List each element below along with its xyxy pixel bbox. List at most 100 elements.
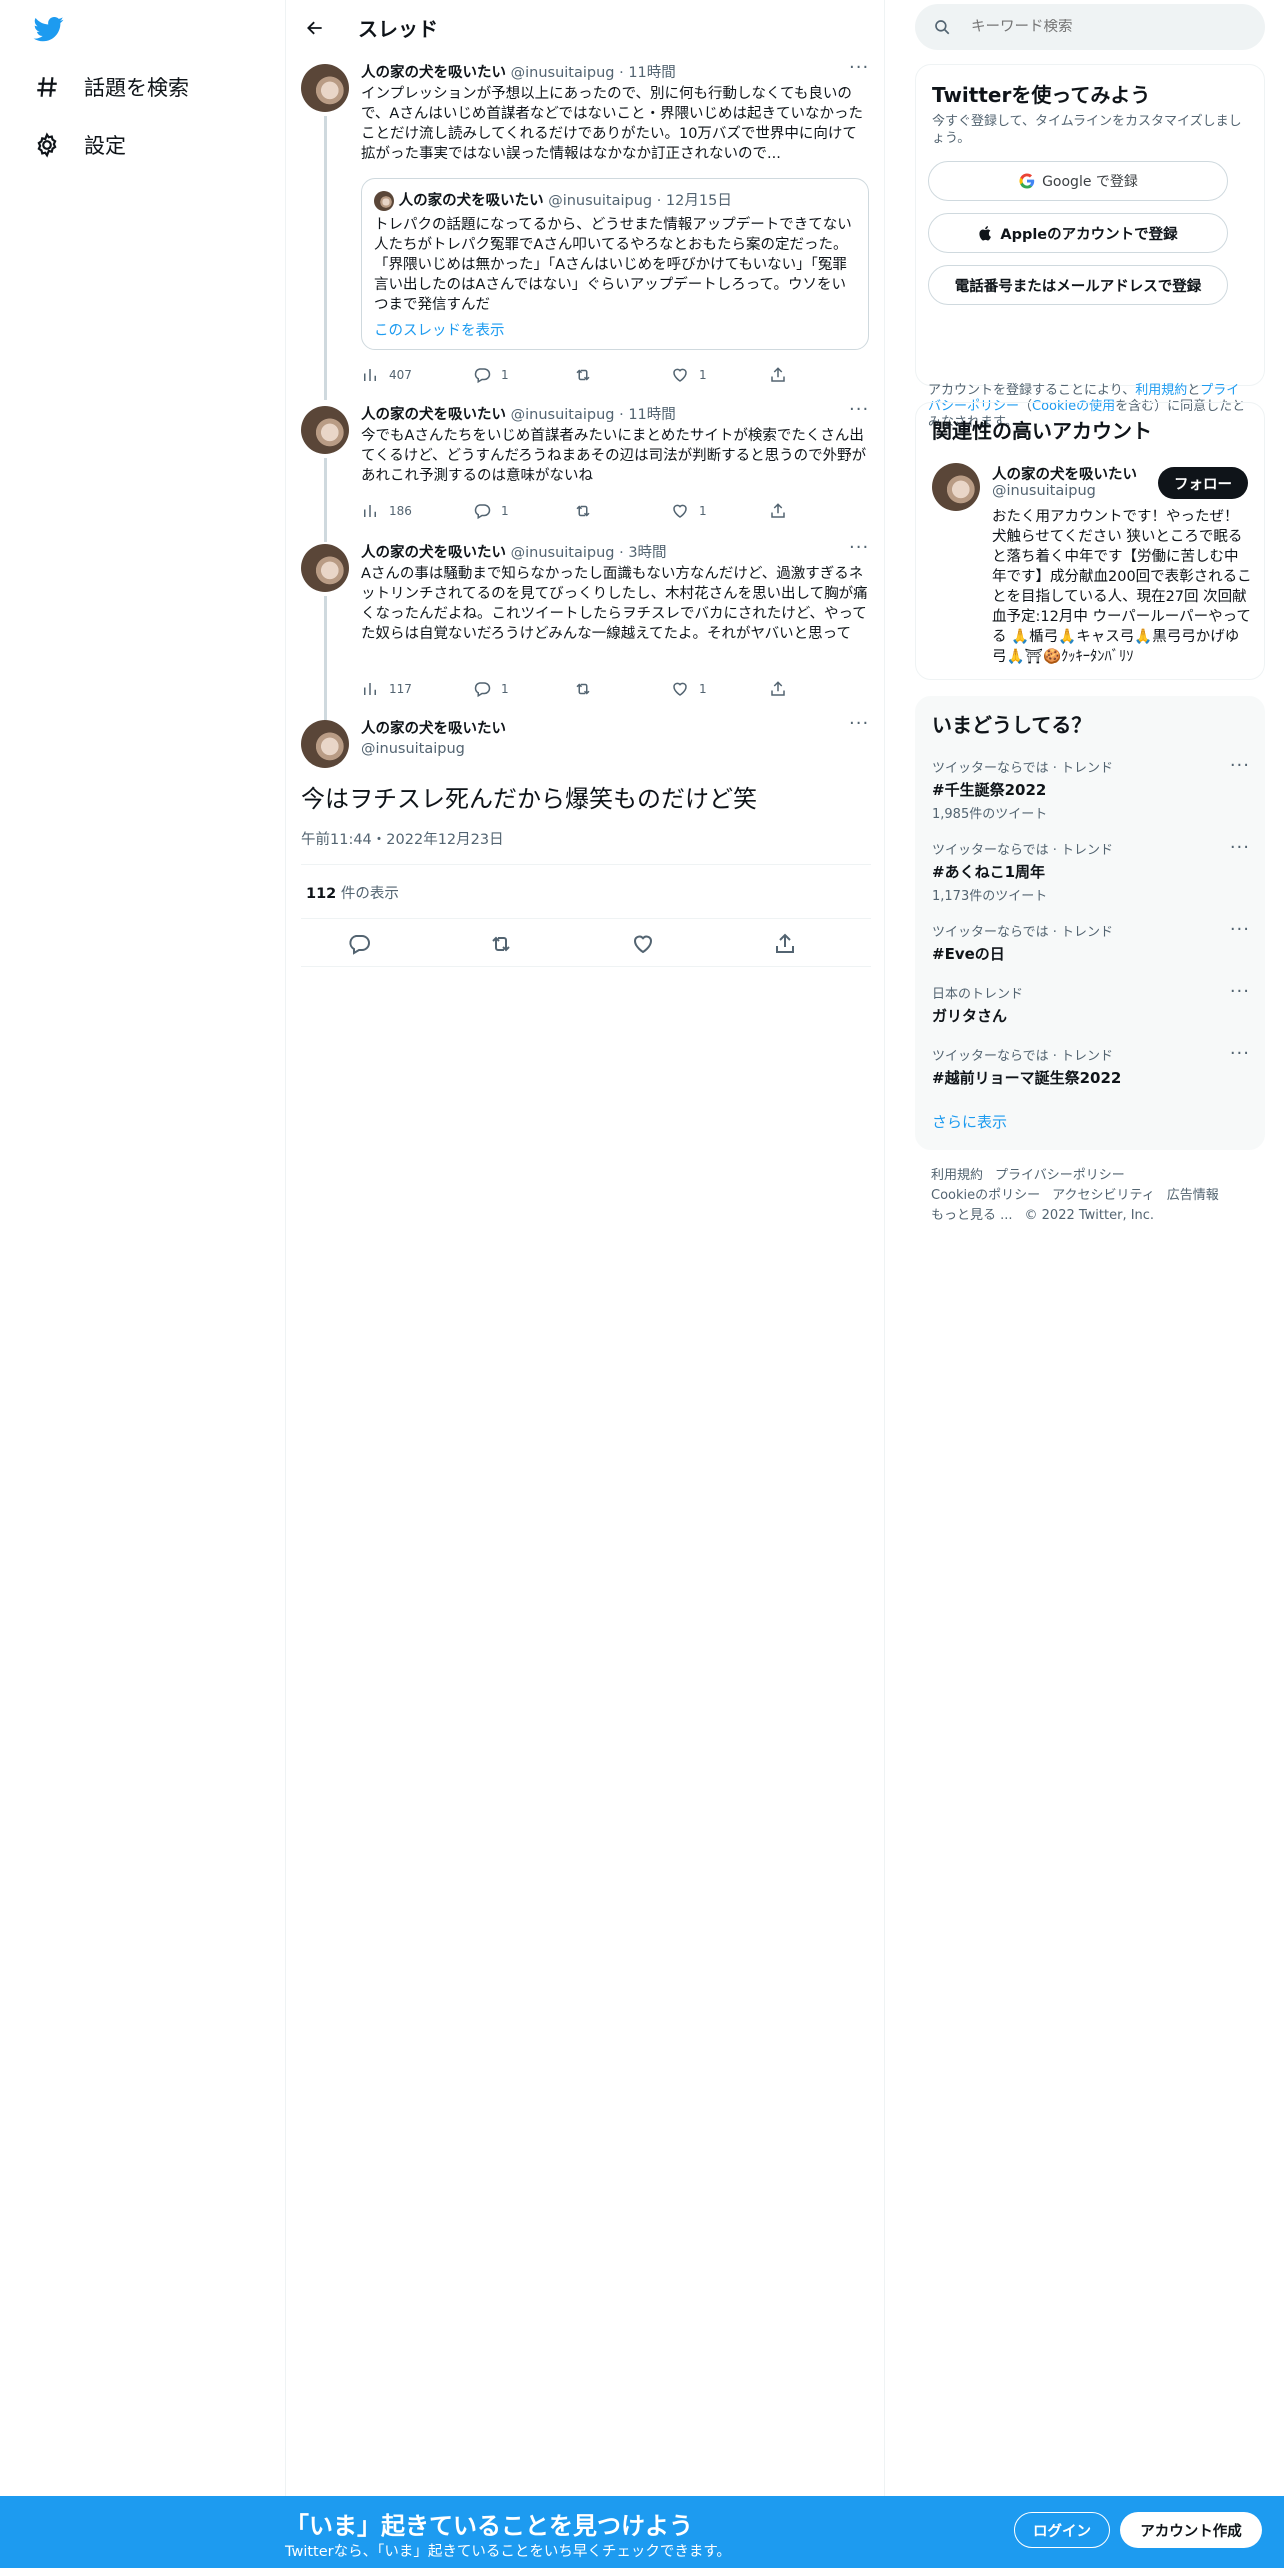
search-box[interactable] bbox=[915, 4, 1265, 50]
reply-button[interactable]: 1 bbox=[473, 502, 509, 520]
tweet-actions: 407 1 1 bbox=[361, 366, 801, 386]
like-button[interactable]: 1 bbox=[671, 366, 707, 384]
quoted-tweet[interactable]: 人の家の犬を吸いたい @inusuitaipug · 12月15日 トレパクの話… bbox=[361, 178, 869, 350]
tweet-time[interactable]: · 11時間 bbox=[619, 65, 676, 81]
more-icon[interactable]: ··· bbox=[849, 59, 869, 82]
trend-item[interactable]: ツイッターならでは · トレンド #千生誕祭2022 1,985件のツイート ·… bbox=[932, 755, 1250, 822]
tweet-actions: 117 1 1 bbox=[361, 680, 801, 700]
tweet-2[interactable]: 人の家の犬を吸いたい @inusuitaipug · 11時間 ··· 今でもA… bbox=[301, 401, 871, 542]
footer-link[interactable]: Cookieのポリシー bbox=[931, 1188, 1040, 1203]
reply-count: 1 bbox=[501, 504, 509, 518]
show-more-link[interactable]: さらに表示 bbox=[932, 1111, 1007, 1132]
search-icon bbox=[935, 20, 950, 35]
views-button[interactable]: 407 bbox=[361, 366, 412, 384]
tweet-time[interactable]: · 11時間 bbox=[619, 407, 676, 423]
retweet-button[interactable] bbox=[573, 502, 603, 520]
share-button[interactable] bbox=[769, 680, 797, 698]
more-icon[interactable]: ··· bbox=[1230, 981, 1250, 1002]
footer-link[interactable]: 広告情報 bbox=[1167, 1188, 1219, 1203]
author-name[interactable]: 人の家の犬を吸いたい bbox=[361, 545, 506, 561]
avatar[interactable] bbox=[301, 406, 349, 454]
views-row: 112 件の表示 bbox=[306, 882, 399, 903]
more-icon[interactable]: ··· bbox=[849, 715, 869, 738]
author-name[interactable]: 人の家の犬を吸いたい bbox=[361, 407, 506, 423]
signup-subtitle: 今すぐ登録して、タイムラインをカスタマイズしましょう。 bbox=[932, 114, 1242, 146]
tweet-1[interactable]: 人の家の犬を吸いたい @inusuitaipug · 11時間 ··· インプレ… bbox=[301, 59, 871, 400]
author-handle[interactable]: @inusuitaipug bbox=[511, 545, 615, 561]
footer-link[interactable]: 利用規約 bbox=[931, 1168, 983, 1183]
phone-email-signup-button[interactable]: 電話番号またはメールアドレスで登録 bbox=[928, 265, 1228, 305]
more-icon[interactable]: ··· bbox=[1230, 919, 1250, 940]
author-handle[interactable]: @inusuitaipug bbox=[511, 65, 615, 81]
trend-context: ツイッターならでは · トレンド bbox=[932, 925, 1114, 940]
share-icon[interactable] bbox=[773, 932, 799, 958]
focus-tweet-timestamp[interactable]: 午前11:44・2022年12月23日 bbox=[301, 828, 504, 849]
thread-connector bbox=[324, 116, 327, 400]
reply-icon[interactable] bbox=[347, 932, 373, 958]
terms-prefix: アカウントを登録することにより、 bbox=[928, 383, 1136, 398]
avatar[interactable] bbox=[301, 64, 349, 112]
retweet-button[interactable] bbox=[573, 366, 603, 384]
views-count: 407 bbox=[389, 368, 412, 382]
reply-button[interactable]: 1 bbox=[473, 680, 509, 698]
thread-connector bbox=[324, 458, 327, 542]
like-button[interactable]: 1 bbox=[671, 680, 707, 698]
back-button[interactable] bbox=[298, 11, 332, 45]
related-account-name[interactable]: 人の家の犬を吸いたい bbox=[992, 463, 1137, 484]
apple-signup-button[interactable]: Appleのアカウントで登録 bbox=[928, 213, 1228, 253]
nav-settings[interactable]: 設定 bbox=[30, 121, 126, 169]
arrow-left-icon bbox=[307, 21, 322, 35]
analytics-icon bbox=[364, 369, 376, 381]
views-button[interactable]: 186 bbox=[361, 502, 412, 520]
more-icon[interactable]: ··· bbox=[849, 539, 869, 562]
trend-item[interactable]: ツイッターならでは · トレンド #越前リョーマ誕生祭2022 ··· bbox=[932, 1043, 1250, 1088]
heart-icon[interactable] bbox=[631, 932, 657, 958]
footer-link[interactable]: もっと見る ... bbox=[931, 1208, 1013, 1223]
search-input[interactable] bbox=[971, 19, 1251, 35]
thread-header: スレッド bbox=[286, 0, 884, 54]
tweet-actions: 186 1 1 bbox=[361, 502, 801, 522]
nav-settings-label: 設定 bbox=[84, 134, 126, 158]
author-handle[interactable]: @inusuitaipug bbox=[361, 741, 465, 757]
signup-button[interactable]: アカウント作成 bbox=[1120, 2512, 1262, 2548]
footer-link[interactable]: プライバシーポリシー bbox=[995, 1168, 1125, 1183]
more-icon[interactable]: ··· bbox=[1230, 837, 1250, 858]
avatar[interactable] bbox=[301, 544, 349, 592]
avatar[interactable] bbox=[932, 463, 980, 511]
gear-icon bbox=[30, 128, 64, 162]
login-button[interactable]: ログイン bbox=[1014, 2512, 1110, 2548]
share-button[interactable] bbox=[769, 502, 797, 520]
tweet-3[interactable]: 人の家の犬を吸いたい @inusuitaipug · 3時間 ··· Aさんの事… bbox=[301, 539, 871, 720]
avatar[interactable] bbox=[301, 720, 349, 768]
follow-button[interactable]: フォロー bbox=[1158, 467, 1248, 499]
more-icon[interactable]: ··· bbox=[1230, 755, 1250, 776]
nav-explore[interactable]: 話題を検索 bbox=[30, 63, 189, 111]
related-account-handle[interactable]: @inusuitaipug bbox=[992, 483, 1096, 499]
twitter-bird-icon[interactable] bbox=[32, 14, 66, 44]
more-icon[interactable]: ··· bbox=[1230, 1043, 1250, 1064]
page-title: スレッド bbox=[358, 17, 438, 41]
trend-item[interactable]: ツイッターならでは · トレンド #あくねこ1周年 1,173件のツイート ··… bbox=[932, 837, 1250, 904]
more-icon[interactable]: ··· bbox=[849, 401, 869, 424]
author-name[interactable]: 人の家の犬を吸いたい bbox=[361, 65, 506, 81]
signup-title: Twitterを使ってみよう bbox=[932, 83, 1151, 107]
show-thread-link[interactable]: このスレッドを表示 bbox=[374, 319, 856, 340]
trend-item[interactable]: ツイッターならでは · トレンド #Eveの日 ··· bbox=[932, 919, 1250, 964]
retweet-button[interactable] bbox=[573, 680, 603, 698]
views-button[interactable]: 117 bbox=[361, 680, 412, 698]
retweet-icon[interactable] bbox=[489, 932, 515, 958]
reply-icon bbox=[474, 368, 491, 384]
author-name[interactable]: 人の家の犬を吸いたい bbox=[361, 721, 506, 737]
like-button[interactable]: 1 bbox=[671, 502, 707, 520]
divider bbox=[301, 864, 871, 865]
trend-item[interactable]: 日本のトレンド ガリタさん ··· bbox=[932, 981, 1250, 1026]
author-handle[interactable]: @inusuitaipug bbox=[511, 407, 615, 423]
footer-link[interactable]: アクセシビリティ bbox=[1052, 1188, 1155, 1203]
reply-button[interactable]: 1 bbox=[473, 366, 509, 384]
share-icon bbox=[771, 367, 785, 382]
terms-link[interactable]: 利用規約 bbox=[1135, 383, 1187, 398]
share-button[interactable] bbox=[769, 366, 797, 384]
google-signup-button[interactable]: Google で登録 bbox=[928, 161, 1228, 201]
tweet-time[interactable]: · 3時間 bbox=[619, 545, 666, 561]
avatar bbox=[374, 191, 394, 211]
